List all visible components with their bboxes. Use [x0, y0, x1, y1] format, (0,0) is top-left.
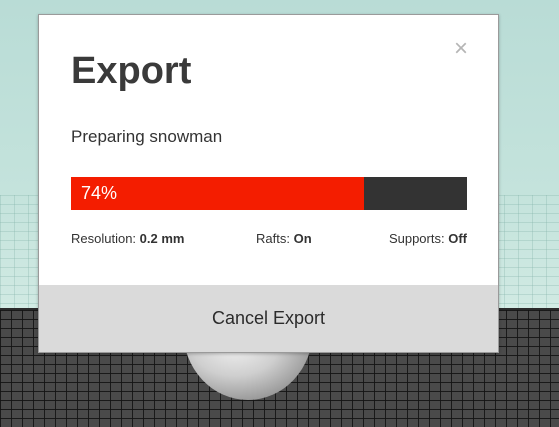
- rafts-value: On: [293, 231, 312, 246]
- rafts-setting: Rafts: On: [256, 231, 312, 246]
- progress-percent-label: 74%: [81, 183, 118, 203]
- resolution-label: Resolution:: [71, 231, 137, 246]
- supports-label: Supports:: [388, 231, 445, 246]
- rafts-label: Rafts:: [256, 231, 290, 246]
- export-dialog: × Export Preparing snowman 74% Resolutio…: [38, 14, 499, 353]
- export-settings-summary: Resolution: 0.2 mm Rafts: On Supports: O…: [71, 231, 467, 249]
- dialog-title: Export: [71, 50, 192, 92]
- cancel-export-label: Cancel Export: [211, 308, 326, 328]
- export-status-text: Preparing snowman: [71, 127, 223, 146]
- supports-value: Off: [448, 231, 467, 246]
- supports-setting: Supports: Off: [389, 231, 467, 246]
- 3d-viewport[interactable]: × Export Preparing snowman 74% Resolutio…: [0, 0, 559, 427]
- close-icon[interactable]: ×: [451, 37, 471, 61]
- resolution-value: 0.2 mm: [139, 231, 185, 246]
- export-progress-bar: 74%: [71, 177, 467, 210]
- cancel-export-button[interactable]: Cancel Export: [39, 285, 498, 352]
- resolution-setting: Resolution: 0.2 mm: [71, 231, 184, 246]
